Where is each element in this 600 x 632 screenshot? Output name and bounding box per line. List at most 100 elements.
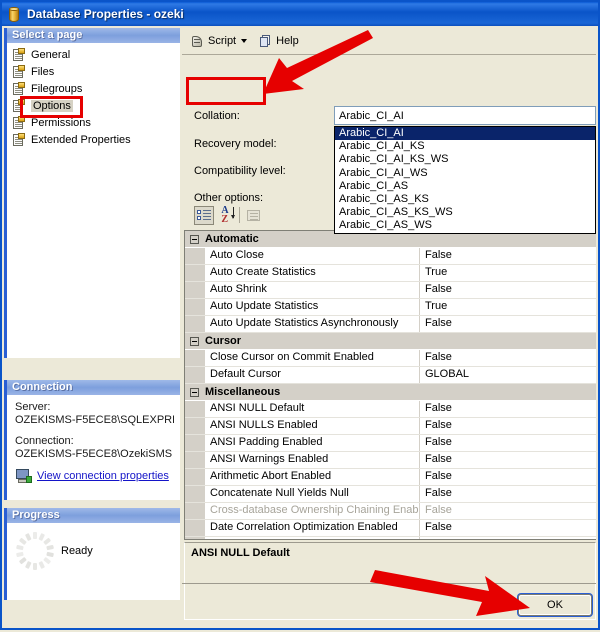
property-row-gutter — [185, 418, 205, 434]
minus-box-icon[interactable] — [190, 336, 199, 346]
progress-header: Progress — [7, 508, 180, 523]
property-name: Close Cursor on Commit Enabled — [205, 350, 420, 366]
database-cylinder-icon — [7, 6, 21, 22]
minus-box-icon[interactable] — [190, 234, 199, 244]
minus-box-icon[interactable] — [190, 387, 199, 397]
sidebar-item-label: General — [31, 48, 71, 61]
script-button[interactable]: Script — [186, 31, 251, 51]
sidebar-item-label: Options — [31, 99, 73, 112]
property-row[interactable]: Close Cursor on Commit Enabled False — [185, 350, 596, 367]
help-button[interactable]: Help — [255, 31, 303, 51]
property-row[interactable]: Auto Update Statistics Asynchronously Fal… — [185, 316, 596, 333]
property-pages-button[interactable] — [243, 206, 263, 225]
property-value[interactable]: False — [420, 418, 596, 434]
property-value[interactable]: False — [420, 350, 596, 366]
ok-button[interactable]: OK — [518, 594, 592, 616]
property-name: Auto Update Statistics Asynchronously — [205, 316, 420, 332]
select-page-body: General Files Filegroups Options Permiss… — [7, 43, 180, 358]
property-value[interactable]: False — [420, 503, 596, 519]
dialog-toolbar: Script Help — [182, 28, 596, 55]
property-value[interactable]: False — [420, 452, 596, 468]
view-connection-properties-link[interactable]: View connection properties — [37, 470, 169, 483]
sidebar-item-filegroups[interactable]: Filegroups — [11, 80, 180, 97]
categorized-view-button[interactable] — [194, 205, 214, 225]
collation-option[interactable]: Arabic_CI_AI_WS — [335, 167, 595, 180]
property-value[interactable]: False — [420, 486, 596, 502]
property-row[interactable]: ANSI NULL Default False — [185, 401, 596, 418]
property-value[interactable]: GLOBAL — [420, 367, 596, 383]
property-row[interactable]: Concatenate Null Yields Null False — [185, 486, 596, 503]
property-value[interactable]: False — [420, 316, 596, 332]
property-category-header[interactable]: Miscellaneous — [185, 384, 596, 401]
sidebar-item-options[interactable]: Options — [11, 97, 180, 114]
property-row[interactable]: Auto Create Statistics True — [185, 265, 596, 282]
connection-label: Connection: — [15, 435, 74, 447]
property-value[interactable]: True — [420, 299, 596, 315]
property-row[interactable]: Auto Shrink False — [185, 282, 596, 299]
property-row-gutter — [185, 248, 205, 264]
property-row-gutter — [185, 282, 205, 298]
page-doc-icon — [11, 98, 27, 113]
property-category-label: Miscellaneous — [205, 386, 281, 398]
sidebar-item-permissions[interactable]: Permissions — [11, 114, 180, 131]
page-doc-icon — [11, 81, 27, 96]
compatibility-level-label: Compatibility level: — [194, 165, 286, 177]
property-row[interactable]: Date Correlation Optimization Enabled Fal… — [185, 520, 596, 537]
title-bar: Database Properties - ozeki — [2, 2, 598, 26]
server-label: Server: — [15, 401, 51, 413]
sidebar-item-label: Filegroups — [31, 82, 83, 95]
collation-option[interactable]: Arabic_CI_AS — [335, 180, 595, 193]
property-value[interactable]: False — [420, 537, 596, 539]
property-value[interactable]: False — [420, 520, 596, 536]
property-value[interactable]: True — [420, 265, 596, 281]
sidebar-item-general[interactable]: General — [11, 46, 180, 63]
property-category-header[interactable]: Cursor — [185, 333, 596, 350]
property-row[interactable]: Auto Close False — [185, 248, 596, 265]
connection-header: Connection — [7, 380, 180, 395]
property-row[interactable]: Numeric Round-AbortFalse — [185, 537, 596, 539]
property-pages-icon — [246, 209, 260, 221]
property-grid-toolbar: AZ — [194, 205, 314, 225]
recovery-model-label: Recovery model: — [194, 138, 277, 150]
property-row[interactable]: Default Cursor GLOBAL — [185, 367, 596, 384]
property-value[interactable]: False — [420, 435, 596, 451]
alphabetical-sort-button[interactable]: AZ — [215, 206, 235, 225]
property-value[interactable]: False — [420, 282, 596, 298]
collation-option[interactable]: Arabic_CI_AS_KS — [335, 193, 595, 206]
collation-option[interactable]: Arabic_CI_AI_KS — [335, 140, 595, 153]
right-pane: Script Help Collation: Recovery model: C… — [182, 28, 596, 626]
sidebar-item-extended-properties[interactable]: Extended Properties — [11, 131, 180, 148]
page-doc-icon — [11, 132, 27, 147]
property-row-gutter — [185, 401, 205, 417]
collation-option[interactable]: Arabic_CI_AS_WS — [335, 219, 595, 232]
property-value[interactable]: False — [420, 248, 596, 264]
sidebar-item-files[interactable]: Files — [11, 63, 180, 80]
property-value[interactable]: False — [420, 401, 596, 417]
property-name: ANSI Padding Enabled — [205, 435, 420, 451]
page-doc-icon — [11, 115, 27, 130]
connection-panel: Connection Server: OZEKISMS-F5ECE8\SQLEX… — [4, 380, 180, 500]
select-page-header: Select a page — [7, 28, 180, 43]
view-connection-properties-row[interactable]: View connection properties — [15, 469, 174, 484]
collation-option[interactable]: Arabic_CI_AI — [335, 127, 595, 141]
property-value[interactable]: False — [420, 469, 596, 485]
property-name: Numeric Round-Abort — [205, 537, 420, 539]
page-doc-icon — [11, 64, 27, 79]
property-row[interactable]: Arithmetic Abort Enabled False — [185, 469, 596, 486]
collation-option[interactable]: Arabic_CI_AS_KS_WS — [335, 206, 595, 219]
collation-label: Collation: — [194, 110, 240, 122]
property-row[interactable]: ANSI Padding Enabled False — [185, 435, 596, 452]
property-row[interactable]: Auto Update Statistics True — [185, 299, 596, 316]
property-grid[interactable]: Automatic Auto Close False Auto Create Stat… — [184, 230, 596, 540]
script-icon — [190, 34, 205, 49]
property-row[interactable]: Cross-database Ownership Chaining Enable… — [185, 503, 596, 520]
collation-dropdown-list[interactable]: Arabic_CI_AI Arabic_CI_AI_KS Arabic_CI_A… — [334, 126, 596, 234]
chevron-down-icon[interactable] — [241, 39, 248, 43]
property-row[interactable]: ANSI Warnings Enabled False — [185, 452, 596, 469]
property-name: ANSI Warnings Enabled — [205, 452, 420, 468]
collation-option[interactable]: Arabic_CI_AI_KS_WS — [335, 153, 595, 166]
property-row-gutter — [185, 265, 205, 281]
connection-value: OZEKISMS-F5ECE8\OzekiSMS — [15, 448, 173, 460]
collation-combobox[interactable]: Arabic_CI_AI — [334, 106, 596, 125]
property-row[interactable]: ANSI NULLS Enabled False — [185, 418, 596, 435]
